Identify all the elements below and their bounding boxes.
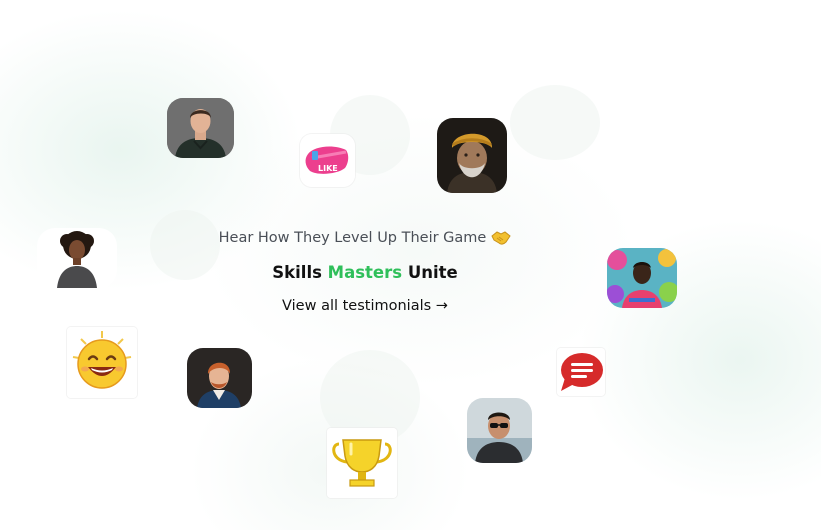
heading-accent-word: Masters (327, 263, 403, 282)
avatar-woman-curly-hair[interactable] (37, 228, 117, 288)
avatar-man-colorful-wall[interactable] (607, 248, 677, 308)
trophy-icon (327, 428, 397, 498)
eyebrow-text: Hear How They Level Up Their Game (218, 230, 487, 246)
testimonials-heading: Skills Masters Unite (200, 263, 530, 282)
svg-text:LIKE: LIKE (318, 164, 338, 173)
handshake-icon (491, 231, 512, 245)
person-photo-icon (437, 118, 507, 193)
laughing-emoji-icon (67, 327, 137, 398)
avatar-man-red-hair[interactable] (187, 348, 252, 408)
person-photo-icon (167, 98, 234, 158)
view-all-testimonials-link[interactable]: View all testimonials → (200, 298, 530, 314)
chat-bubble-icon (557, 348, 605, 396)
background-blob (510, 85, 600, 160)
avatar-man-sunglasses[interactable] (467, 398, 532, 463)
person-photo-icon (607, 248, 677, 308)
like-sticker-icon: LIKE (300, 134, 355, 187)
arrow-right-icon: → (435, 298, 448, 314)
avatar-elderly-man-turban[interactable] (437, 118, 507, 193)
testimonials-eyebrow: Hear How They Level Up Their Game (200, 230, 530, 246)
heading-text-end: Unite (402, 263, 458, 282)
person-photo-icon (37, 228, 117, 288)
testimonials-section: LIKE Hear How They Level Up Their Game S… (0, 0, 821, 530)
heading-text-start: Skills (272, 263, 328, 282)
avatar-man-dark-sweater[interactable] (167, 98, 234, 158)
link-label: View all testimonials (282, 298, 432, 314)
person-photo-icon (467, 398, 532, 463)
person-photo-icon (187, 348, 252, 408)
